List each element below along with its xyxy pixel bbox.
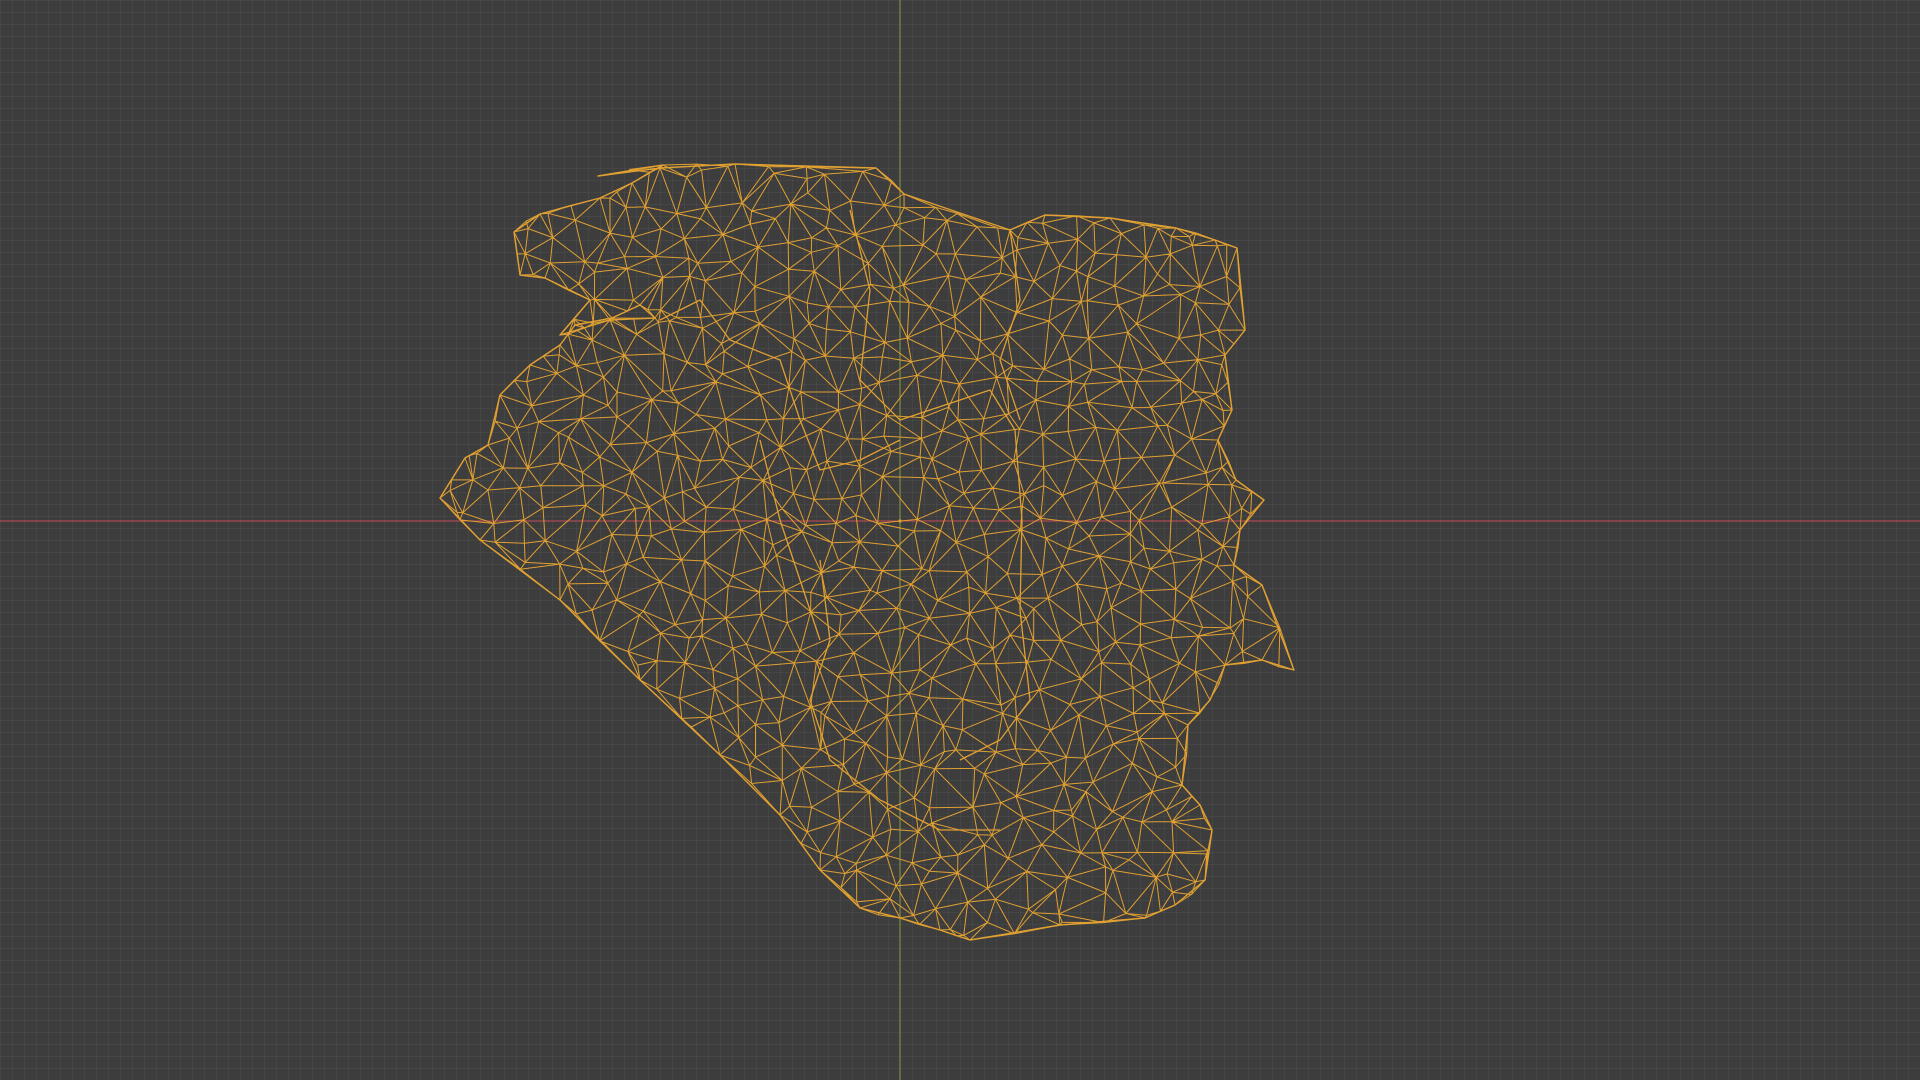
origin-dot-icon <box>898 519 902 523</box>
wireframe-mesh[interactable] <box>439 163 1295 941</box>
3d-viewport[interactable] <box>0 0 1920 1080</box>
viewport-canvas[interactable] <box>0 0 1920 1080</box>
